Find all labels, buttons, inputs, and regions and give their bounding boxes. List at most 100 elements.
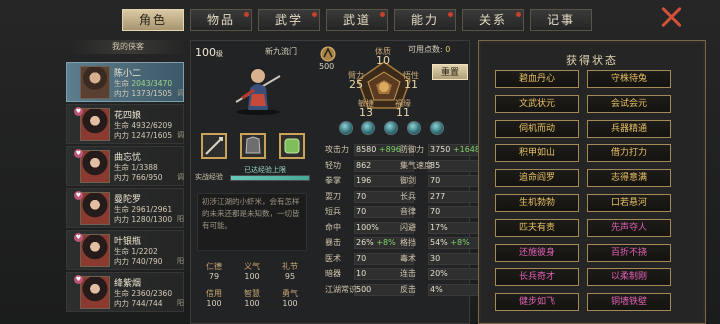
companion-tag: 阳 [177, 299, 184, 307]
stat-label: 音律 [400, 207, 416, 216]
stat-value: 862 [356, 160, 372, 170]
tab-relations[interactable]: 关系 [462, 9, 524, 31]
armor-slot[interactable] [240, 133, 266, 159]
status-effect-badge[interactable]: 守株待兔 [587, 70, 671, 88]
stat-bonus: +8% [373, 238, 396, 247]
stat-label: 医术 [325, 253, 341, 263]
stat-label: 长兵 [400, 191, 416, 201]
gem-slot[interactable] [384, 121, 398, 135]
stat-label: 毒术 [400, 253, 416, 263]
heart-icon: ♥ [74, 191, 83, 200]
stat-row: 命中 100% [325, 221, 379, 234]
stat-row: 暗器 10 [325, 267, 366, 280]
avatar [80, 150, 110, 183]
armor-icon [245, 136, 261, 154]
companion-card[interactable]: ♥ 绛紫烟 生命 2360/2360 内力 744/744 阳 [66, 272, 184, 312]
status-effect-badge[interactable]: 兵器精通 [587, 119, 671, 138]
character-level: 100级 [195, 46, 223, 59]
stat-label: 防御力 [400, 145, 424, 154]
reset-button[interactable]: 重置 [432, 64, 468, 80]
companion-tag: 阳 [177, 215, 184, 223]
status-effect-badge[interactable]: 先声夺人 [587, 218, 671, 237]
stat-label: 暴击 [325, 238, 341, 247]
stat-value: 54% [430, 238, 448, 247]
status-effect-badge[interactable]: 碧血丹心 [495, 70, 579, 88]
stat-value: 70 [356, 207, 367, 216]
heart-icon: ♥ [74, 107, 83, 116]
companion-mp: 内力 744/744 [114, 299, 163, 308]
avatar [80, 276, 110, 309]
stat-value: 70 [356, 253, 367, 263]
companion-card[interactable]: 陈小二 生命 2043/3470 内力 1373/1505 调 [66, 62, 184, 102]
status-effect-badge[interactable]: 伺机而动 [495, 119, 579, 138]
stat-value: 500 [356, 284, 372, 294]
stat-bonus: +8% [447, 238, 470, 247]
companion-card[interactable]: ♥ 曼陀罗 生命 2961/2961 内力 1280/1300 阳 [66, 188, 184, 228]
gem-slot[interactable] [339, 121, 353, 135]
companion-list-header: 我的侠客 [70, 40, 186, 54]
status-effect-badge[interactable]: 积甲如山 [495, 144, 579, 163]
stat-row: 短兵 70 [325, 205, 366, 218]
exp-status: 已达经验上限 [244, 166, 286, 174]
companion-card[interactable]: ♥ 花四娘 生命 4932/6209 内力 1247/1605 调 [66, 104, 184, 144]
stat-label: 格挡 [400, 238, 416, 247]
attr-comprehension-value: 11 [404, 78, 418, 91]
status-effect-badge[interactable]: 借力打力 [587, 144, 671, 163]
virtue-stat: 勇气 100 [282, 289, 298, 308]
attr-constitution-value: 10 [376, 54, 390, 67]
status-effect-badge[interactable]: 会试会元 [587, 94, 671, 113]
stat-label: 轻功 [325, 160, 341, 170]
status-effect-badge[interactable]: 百折不挠 [587, 243, 671, 262]
status-effect-badge[interactable]: 生机勃勃 [495, 194, 579, 212]
close-icon[interactable] [660, 6, 682, 28]
stat-row: 耍刀 70 [325, 190, 366, 203]
status-effect-badge[interactable]: 健步如飞 [495, 293, 579, 312]
stat-row: 音律 70 [400, 205, 440, 218]
companion-mp: 内力 1373/1505 [114, 89, 173, 98]
tab-character[interactable]: 角色 [122, 9, 184, 31]
tab-martial-way[interactable]: 武道 [326, 9, 388, 31]
companion-card[interactable]: ♥ 叶银瓶 生命 1/2202 内力 740/790 阳 [66, 230, 184, 270]
avatar [80, 108, 110, 141]
stat-value: 26% [356, 238, 374, 247]
stat-row: 集气速度85 [400, 159, 440, 172]
gem-slot[interactable] [407, 121, 421, 135]
status-effect-badge[interactable]: 匹夫有责 [495, 218, 579, 237]
status-effect-badge[interactable]: 长兵奇才 [495, 268, 579, 287]
status-effect-badge[interactable]: 追命阎罗 [495, 169, 579, 188]
stat-row: 长兵 277 [400, 190, 445, 203]
tab-abilities[interactable]: 能力 [394, 9, 456, 31]
stat-label: 拳掌 [325, 176, 341, 185]
stat-label: 短兵 [325, 207, 341, 216]
status-effect-badge[interactable]: 志得意满 [587, 169, 671, 188]
status-effect-badge[interactable]: 还施彼身 [495, 243, 579, 262]
stat-row: 格挡 54% +8% [400, 236, 470, 249]
stat-row: 医术 70 [325, 252, 366, 265]
stat-value: 196 [356, 176, 372, 185]
accessory-slot[interactable] [279, 133, 305, 159]
stat-row: 反击 4% [400, 283, 443, 296]
weapon-slot[interactable] [201, 133, 227, 159]
potential-icon [320, 46, 336, 62]
virtue-stat: 信用 100 [206, 289, 222, 308]
stat-label: 集气速度 [400, 160, 432, 170]
stat-label: 反击 [400, 284, 416, 294]
status-effect-badge[interactable]: 以柔制刚 [587, 268, 671, 287]
tab-martial-arts[interactable]: 武学 [258, 9, 320, 31]
companion-card[interactable]: ♥ 曲忘忧 生命 1/3388 内力 766/950 调 [66, 146, 184, 186]
notification-dot [312, 12, 317, 17]
top-tab-bar: 角色 物品 武学 武道 能力 关系 记事 [122, 9, 592, 31]
status-effect-badge[interactable]: 铜墙铁壁 [587, 293, 671, 312]
character-portrait [235, 68, 281, 115]
stat-value: 277 [430, 191, 446, 201]
tab-items[interactable]: 物品 [190, 9, 252, 31]
heart-icon: ♥ [74, 149, 83, 158]
heart-icon: ♥ [74, 275, 83, 284]
gem-slot[interactable] [430, 121, 444, 135]
status-effect-badge[interactable]: 口若悬河 [587, 194, 671, 212]
status-effect-badge[interactable]: 文武状元 [495, 94, 579, 113]
tab-journal[interactable]: 记事 [530, 9, 592, 31]
stat-label: 江湖常识 [325, 284, 357, 294]
gem-slot[interactable] [361, 121, 375, 135]
stat-row: 毒术 30 [400, 252, 440, 265]
